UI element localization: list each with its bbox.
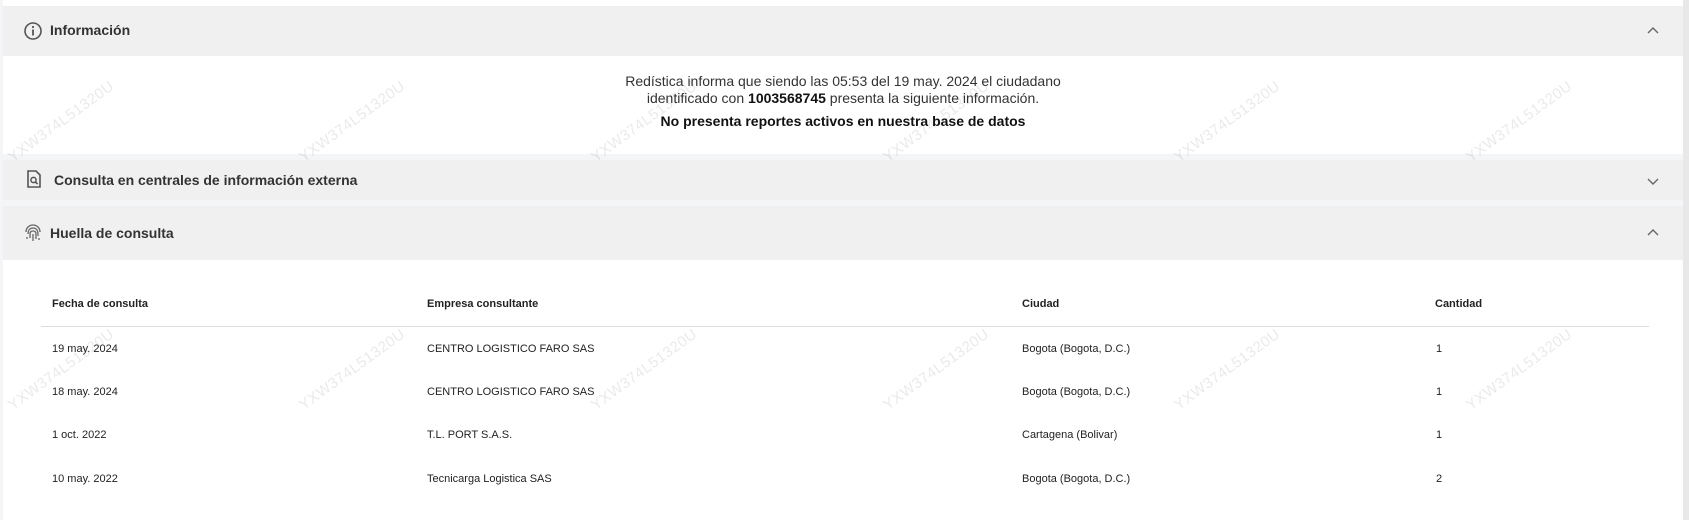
info-line-2-suffix: presenta la siguiente información. <box>829 90 1040 106</box>
chevron-down-icon[interactable] <box>1647 178 1659 186</box>
info-panel-header[interactable]: Información <box>3 6 1683 56</box>
external-panel-title: Consulta en centrales de información ext… <box>54 172 358 188</box>
cell-city: Cartagena (Bolivar) <box>1022 429 1118 441</box>
cell-city: Bogota (Bogota, D.C.) <box>1022 386 1131 398</box>
external-panel: Consulta en centrales de información ext… <box>3 160 1683 200</box>
column-header-date: Fecha de consulta <box>52 298 148 310</box>
chevron-up-icon[interactable] <box>1647 228 1659 236</box>
report-status: No presenta reportes activos en nuestra … <box>660 113 1026 129</box>
info-panel: Información Redística informa que siendo… <box>3 0 1683 154</box>
cell-quantity: 1 <box>1436 386 1443 398</box>
footprint-panel-title: Huella de consulta <box>50 225 174 241</box>
external-panel-header[interactable]: Consulta en centrales de información ext… <box>3 160 1683 200</box>
column-header-quantity: Cantidad <box>1435 298 1483 310</box>
info-line-1: Redística informa que siendo las 05:53 d… <box>625 73 1061 89</box>
footprint-panel: Huella de consulta Fecha de consulta Emp… <box>3 206 1683 520</box>
header-divider <box>41 326 1649 327</box>
cell-company: T.L. PORT S.A.S. <box>427 429 513 441</box>
cell-city: Bogota (Bogota, D.C.) <box>1022 343 1131 355</box>
cell-date: 18 may. 2024 <box>52 386 118 398</box>
footprint-table: Fecha de consulta Empresa consultante Ci… <box>3 260 1683 520</box>
info-line-2: identificado con 1003568745 presenta la … <box>3 90 1683 106</box>
footprint-panel-header[interactable]: Huella de consulta <box>3 206 1683 260</box>
cell-quantity: 1 <box>1436 343 1443 355</box>
cell-city: Bogota (Bogota, D.C.) <box>1022 473 1131 485</box>
info-panel-body: Redística informa que siendo las 05:53 d… <box>3 56 1683 154</box>
cell-date: 1 oct. 2022 <box>52 429 107 441</box>
cell-date: 10 may. 2022 <box>52 473 118 485</box>
cell-company: CENTRO LOGISTICO FARO SAS <box>427 343 595 355</box>
cell-company: Tecnicarga Logistica SAS <box>427 473 552 485</box>
info-panel-title: Información <box>50 22 131 38</box>
cell-quantity: 2 <box>1436 473 1443 485</box>
chevron-up-icon[interactable] <box>1647 26 1659 34</box>
info-icon <box>24 22 42 40</box>
cell-quantity: 1 <box>1436 429 1443 441</box>
document-search-icon <box>27 170 41 188</box>
cell-date: 19 may. 2024 <box>52 343 118 355</box>
column-header-company: Empresa consultante <box>427 298 539 310</box>
cell-company: CENTRO LOGISTICO FARO SAS <box>427 386 595 398</box>
column-header-city: Ciudad <box>1022 298 1060 310</box>
fingerprint-icon <box>25 224 41 241</box>
info-line-2-prefix: identificado con <box>646 90 745 106</box>
scrollbar[interactable] <box>1683 0 1689 520</box>
citizen-id: 1003568745 <box>748 90 826 106</box>
